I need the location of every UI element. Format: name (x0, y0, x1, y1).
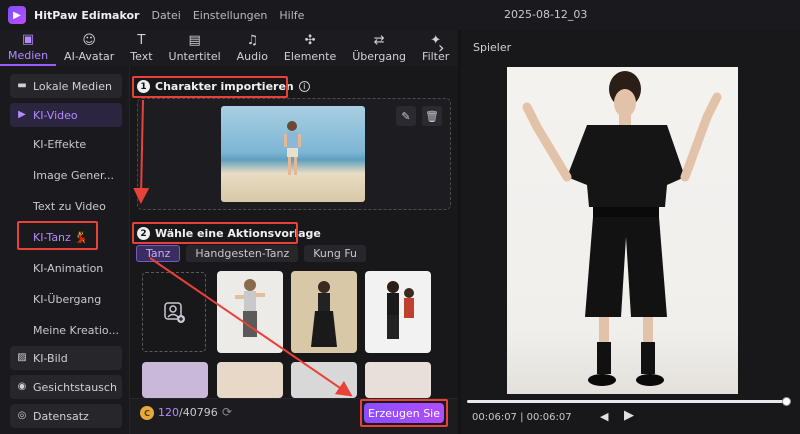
refresh-icon[interactable]: ⟳ (222, 405, 232, 419)
coin-icon: C (140, 406, 154, 420)
credits-total: /40796 (179, 406, 218, 419)
previous-frame-icon[interactable]: ◀ (600, 410, 608, 423)
play-icon[interactable]: ▶ (624, 408, 634, 423)
credits-used: 120 (158, 406, 179, 419)
player-title: Spieler (473, 41, 512, 54)
highlight-generate (360, 399, 448, 427)
progress-handle[interactable] (782, 397, 791, 406)
progress-bar[interactable] (467, 400, 787, 403)
dancer-figure-image (522, 71, 722, 386)
time-total: 00:06:07 (526, 412, 572, 423)
video-preview[interactable] (507, 67, 738, 394)
time-current: 00:06:07 (472, 412, 517, 423)
time-readout: 00:06:07 | 00:06:07 (472, 412, 572, 423)
credits-counter: 120/40796 (158, 406, 218, 419)
time-separator: | (516, 412, 527, 423)
